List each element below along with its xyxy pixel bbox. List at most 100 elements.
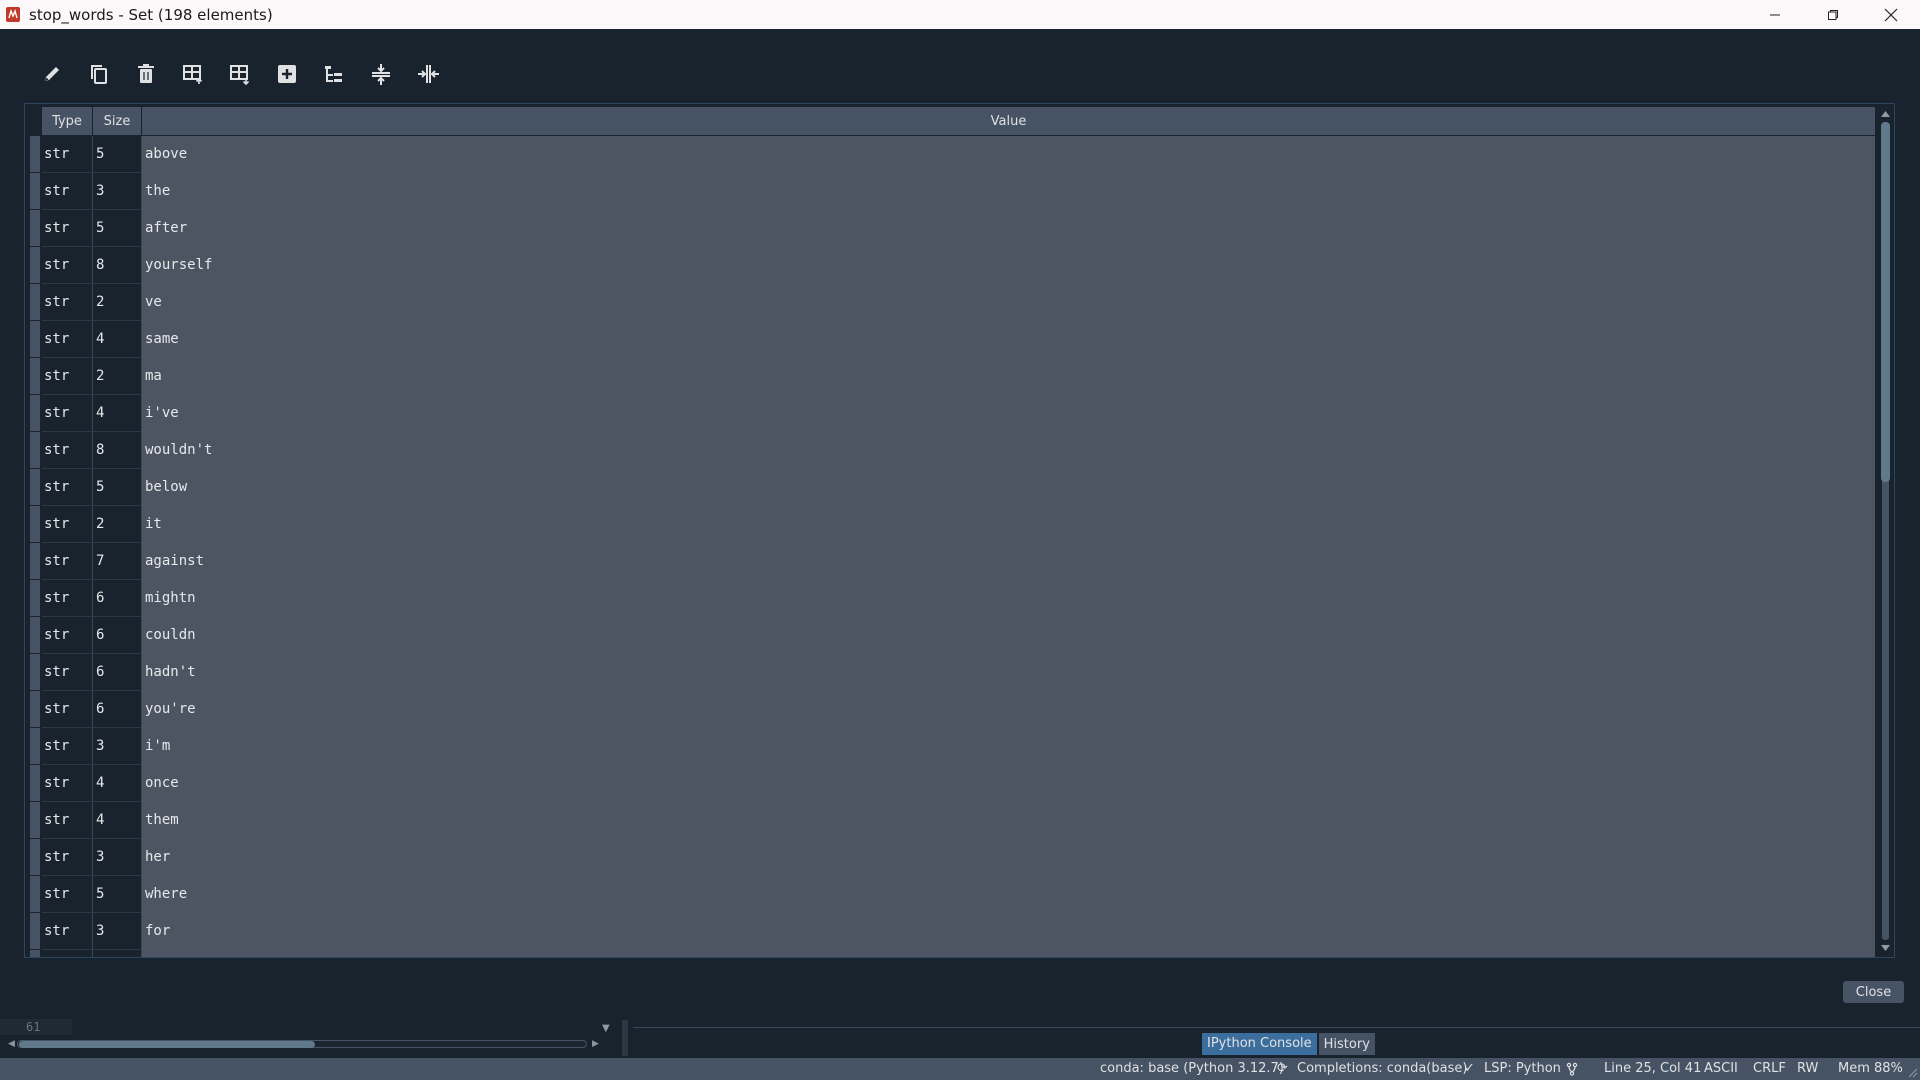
table-cell-size[interactable]: 3 [96,173,104,209]
table-cell-type[interactable]: str [44,210,69,246]
table-cell-size[interactable]: 3 [96,839,104,875]
table-cell-value[interactable]: couldn [145,617,196,653]
table-cell-value[interactable]: below [145,469,187,505]
table-cell-value[interactable]: them [145,802,179,838]
header-value[interactable]: Value [142,107,1875,135]
scroll-up-arrow-icon[interactable] [1879,108,1892,120]
row-header[interactable] [30,913,40,949]
view-tree-button[interactable] [310,58,357,90]
scroll-right-arrow-icon[interactable]: ▶ [592,1038,599,1050]
table-cell-type[interactable]: str [44,691,69,727]
row-header[interactable] [30,950,40,957]
status-env[interactable]: conda: base (Python 3.12.7) [1100,1058,1284,1080]
edit-button[interactable] [28,58,75,90]
scroll-thumb[interactable] [1881,122,1890,482]
row-header[interactable] [30,802,40,838]
table-cell-value[interactable]: same [145,321,179,357]
table-cell-value[interactable]: i'm [145,728,170,764]
table-cell-value[interactable]: you're [145,691,196,727]
table-cell-size[interactable]: 6 [96,617,104,653]
row-header[interactable] [30,617,40,653]
table-cell-size[interactable]: 2 [96,506,104,542]
table-cell-value[interactable]: it [145,506,162,542]
table-cell-value[interactable]: above [145,136,187,172]
table-cell-value[interactable]: after [145,210,187,246]
table-cell-size[interactable]: 3 [96,728,104,764]
row-header[interactable] [30,543,40,579]
row-header[interactable] [30,839,40,875]
status-completions[interactable]: Completions: conda(base) [1297,1058,1467,1080]
table-cell-type[interactable]: str [44,469,69,505]
chevron-down-icon[interactable]: ▼ [602,1023,610,1034]
table-cell-size[interactable]: 5 [96,876,104,912]
table-cell-value[interactable]: ma [145,358,162,394]
table-cell-size[interactable]: 5 [96,210,104,246]
table-cell-type[interactable]: str [44,839,69,875]
table-cell-value[interactable]: yourself [145,247,212,283]
table-cell-type[interactable]: str [44,765,69,801]
resize-rows-button[interactable] [357,58,404,90]
row-header[interactable] [30,876,40,912]
table-cell-value[interactable]: for [145,913,170,949]
table-cell-type[interactable]: str [44,321,69,357]
table-cell-value[interactable]: where [145,876,187,912]
table-cell-value[interactable]: hadn't [145,654,196,690]
table-cell-type[interactable]: str [44,358,69,394]
row-header[interactable] [30,173,40,209]
header-type[interactable]: Type [42,107,92,135]
row-header[interactable] [30,136,40,172]
remove-button[interactable] [122,58,169,90]
header-size[interactable]: Size [93,107,141,135]
insert-below-button[interactable] [216,58,263,90]
row-header[interactable] [30,395,40,431]
tab-history[interactable]: History [1318,1033,1375,1055]
copy-button[interactable] [75,58,122,90]
table-cell-size[interactable]: 6 [96,654,104,690]
close-button[interactable]: Close [1843,981,1904,1003]
row-header[interactable] [30,654,40,690]
pane-splitter[interactable] [622,1020,628,1056]
table-cell-size[interactable]: 6 [96,580,104,616]
table-cell-size[interactable]: 4 [96,802,104,838]
collection-table[interactable]: Type Size Value str 5 above str 3 the str 5 afte… [24,103,1895,958]
hscroll-thumb[interactable] [19,1041,315,1048]
duplicate-button[interactable] [263,58,310,90]
table-cell-size[interactable]: 4 [96,395,104,431]
table-cell-type[interactable]: str [44,728,69,764]
table-cell-size[interactable]: 6 [96,691,104,727]
vertical-scrollbar[interactable] [1877,106,1894,956]
row-header[interactable] [30,210,40,246]
row-header[interactable] [30,321,40,357]
table-cell-size[interactable]: 2 [96,284,104,320]
resize-columns-button[interactable] [404,58,451,90]
table-cell-type[interactable]: str [44,580,69,616]
table-cell-size[interactable]: 4 [96,765,104,801]
table-cell-type[interactable]: str [44,136,69,172]
insert-above-button[interactable] [169,58,216,90]
table-cell-value[interactable]: against [145,543,204,579]
scroll-left-arrow-icon[interactable]: ◀ [8,1038,15,1050]
table-cell-value[interactable]: i've [145,395,179,431]
row-header[interactable] [30,247,40,283]
minimize-button[interactable] [1746,0,1804,29]
row-header[interactable] [30,580,40,616]
table-cell-size[interactable]: 8 [96,247,104,283]
row-header[interactable] [30,765,40,801]
table-cell-value[interactable]: mightn [145,580,196,616]
table-cell-value[interactable]: once [145,765,179,801]
table-cell-type[interactable]: str [44,913,69,949]
table-cell-size[interactable]: 3 [96,913,104,949]
row-header[interactable] [30,469,40,505]
table-cell-type[interactable]: str [44,247,69,283]
table-cell-size[interactable]: 8 [96,432,104,468]
row-header[interactable] [30,284,40,320]
table-cell-type[interactable]: str [44,432,69,468]
table-cell-type[interactable]: str [44,617,69,653]
table-cell-size[interactable]: 7 [96,543,104,579]
table-cell-value[interactable]: the [145,173,170,209]
scroll-down-arrow-icon[interactable] [1879,942,1892,954]
table-cell-type[interactable]: str [44,543,69,579]
row-header[interactable] [30,506,40,542]
row-header[interactable] [30,432,40,468]
table-cell-value[interactable]: her [145,839,170,875]
